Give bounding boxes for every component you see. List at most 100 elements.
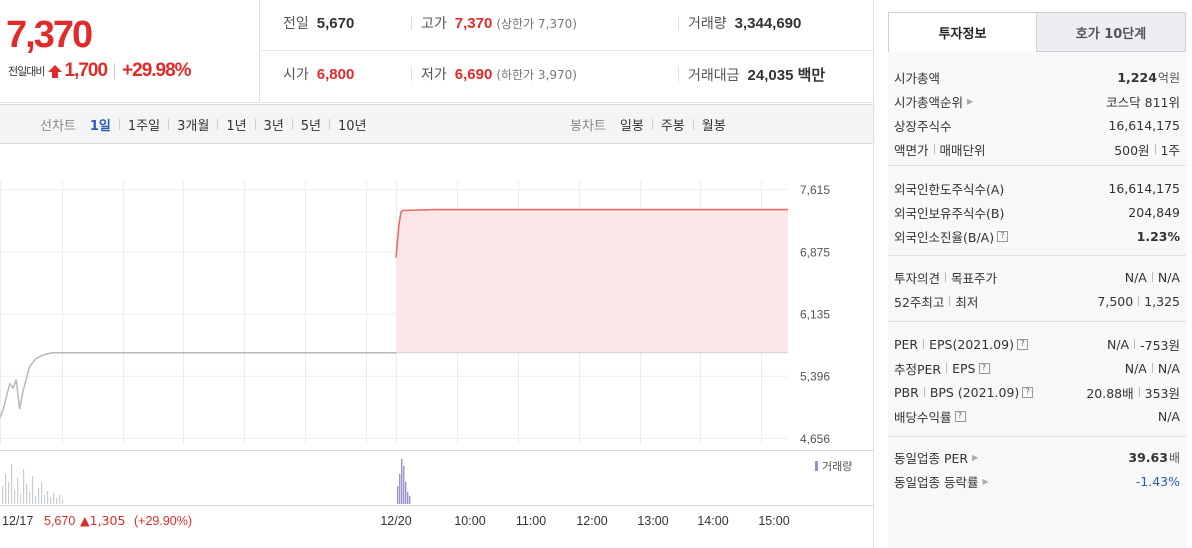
line-tab-1[interactable]: 1주일 (128, 115, 160, 134)
opinion-target-label: 투자의견 목표주가 (894, 268, 997, 287)
foreign-ratio-label: 외국인소진율(B/A)? (894, 227, 1009, 246)
divider (923, 387, 925, 397)
divider (1138, 296, 1140, 306)
divider (114, 63, 116, 79)
line-tab-0[interactable]: 1일 (90, 115, 111, 134)
y-tick-label: 6,875 (800, 245, 830, 259)
prev-day-change-label: ▲1,305 (80, 513, 125, 528)
open-label: 시가 (283, 67, 309, 83)
industry-rate-label[interactable]: 동일업종 등락률 ▶ (894, 472, 989, 491)
listed-shares-label: 상장주식수 (894, 118, 952, 134)
per-value: N/A (1107, 336, 1130, 352)
info-row-52week: 52주최고 최저 7,500 1,325 (894, 289, 1180, 313)
prev-day-date-label: 12/17 (2, 514, 33, 528)
info-section-market: 시가총액 1,224 억원 시가총액순위 ▶ 코스닥 811위 상장주식수 16,6… (888, 52, 1186, 166)
volume-bar (409, 496, 411, 504)
week52-high-label: 52주최고 (894, 294, 945, 310)
volume-bar (62, 499, 64, 504)
line-tab-2[interactable]: 3개월 (177, 115, 209, 134)
high-label: 고가 (421, 16, 447, 32)
stock-widget: 7,370 전일대비 1,700 +29.98% 전일 5,670 고가 7,3… (0, 0, 1192, 548)
candle-tab-0[interactable]: 일봉 (620, 115, 644, 134)
help-icon[interactable]: ? (978, 362, 990, 374)
pbr-label: PBR (894, 384, 919, 400)
par-label: 액면가 (894, 142, 929, 158)
price-chart[interactable]: 7,615 6,875 6,135 5,396 4,656 거래량 12/20 10:00 11… (0, 145, 873, 548)
divider (945, 272, 947, 282)
stat-low: 저가 6,690 (하한가 3,970) (411, 64, 577, 84)
divider (1154, 144, 1156, 154)
stat-prev-close: 전일 5,670 (283, 13, 354, 33)
volume-legend-swatch (815, 461, 818, 471)
change-label: 전일대비 (8, 65, 45, 78)
info-row-market-cap: 시가총액 1,224 억원 (894, 65, 1180, 89)
volume-bar (11, 464, 13, 504)
opinion-label: 투자의견 (894, 270, 941, 286)
help-icon[interactable]: ? (997, 230, 1009, 242)
market-cap-rank-value: 코스닥 811위 (1106, 94, 1180, 110)
y-tick-label: 6,135 (800, 308, 830, 322)
foreign-hold-value: 204,849 (1128, 204, 1180, 220)
low-value: 6,690 (454, 66, 493, 83)
foreign-limit-label: 외국인한도주식수(A) (894, 181, 1005, 197)
y-tick-label: 5,396 (800, 370, 830, 384)
est-eps-label: EPS (952, 360, 976, 376)
info-row-dividend: 배당수익률? N/A (894, 404, 1180, 428)
change-percent: +29.98% (122, 60, 192, 81)
industry-per-value: 39.63 배 (1128, 449, 1180, 466)
chevron-right-icon: ▶ (972, 452, 979, 462)
pbr-bps-label: PBR BPS (2021.09)? (894, 384, 1034, 400)
change-row: 전일대비 1,700 +29.98% (8, 60, 192, 82)
candle-chart-label: 봉차트 (570, 118, 606, 134)
help-icon[interactable]: ? (1016, 338, 1028, 350)
week52-value: 7,500 1,325 (1097, 294, 1180, 309)
market-cap-rank-label[interactable]: 시가총액순위 ▶ (894, 92, 973, 111)
divider (291, 118, 293, 130)
divider (949, 296, 951, 306)
chart-svg: 7,615 6,875 6,135 5,396 4,656 거래량 12/20 10:00 11… (0, 181, 873, 528)
volume-value: 3,344,690 (734, 15, 802, 32)
week52-label: 52주최고 최저 (894, 292, 978, 311)
per-eps-label: PER EPS(2021.09)? (894, 337, 1028, 352)
volume-bar (23, 469, 25, 504)
industry-per-label[interactable]: 동일업종 PER ▶ (894, 448, 978, 467)
amount-value: 24,035 백만 (747, 67, 826, 84)
est-per-text: 추정PER (894, 361, 942, 377)
tab-investment-info[interactable]: 투자정보 (888, 12, 1037, 52)
lower-limit: (하한가 3,970) (496, 68, 577, 82)
pbr-value: 20.88배 (1086, 385, 1134, 401)
info-row-foreign-limit: 외국인한도주식수(A) 16,614,175 (894, 176, 1180, 200)
price-box: 7,370 전일대비 1,700 +29.98% (0, 0, 260, 103)
par-value: 500원 (1114, 142, 1150, 158)
par-unit-label: 액면가 매매단위 (894, 140, 986, 159)
eps-value: -753원 (1140, 337, 1180, 353)
candle-tab-2[interactable]: 월봉 (702, 115, 726, 134)
volume-bar (35, 496, 37, 504)
info-body: 시가총액 1,224 억원 시가총액순위 ▶ 코스닥 811위 상장주식수 16,6… (888, 52, 1186, 548)
line-tab-4[interactable]: 3년 (264, 115, 284, 134)
eps-label: EPS(2021.09) (929, 336, 1014, 352)
line-tab-5[interactable]: 5년 (301, 115, 321, 134)
target-label: 목표주가 (951, 270, 998, 286)
current-price: 7,370 (6, 14, 93, 56)
week52-high-value: 7,500 (1097, 293, 1134, 309)
divider (411, 67, 412, 81)
line-chart-label: 선차트 (40, 118, 76, 134)
x-tick-label: 14:00 (697, 514, 728, 528)
line-tab-6[interactable]: 10년 (338, 115, 367, 134)
divider (217, 118, 219, 130)
volume-bar (20, 494, 22, 504)
tab-order-book[interactable]: 호가 10단계 (1036, 12, 1186, 52)
volume-bar (8, 482, 10, 504)
divider (1151, 272, 1153, 282)
candle-tab-1[interactable]: 주봉 (661, 115, 685, 134)
help-icon[interactable]: ? (954, 410, 966, 422)
foreign-ratio-number: 1.23% (1136, 228, 1180, 244)
info-row-foreign-hold: 외국인보유주식수(B) 204,849 (894, 200, 1180, 224)
foreign-hold-label: 외국인보유주식수(B) (894, 205, 1005, 221)
line-tab-3[interactable]: 1년 (226, 115, 246, 134)
info-section-valuation: PER EPS(2021.09)? N/A -753원 추정PER EPS? N/A N… (888, 322, 1186, 437)
x-tick-label: 12:00 (576, 514, 607, 528)
help-icon[interactable]: ? (1022, 386, 1034, 398)
volume-bar (38, 488, 40, 504)
